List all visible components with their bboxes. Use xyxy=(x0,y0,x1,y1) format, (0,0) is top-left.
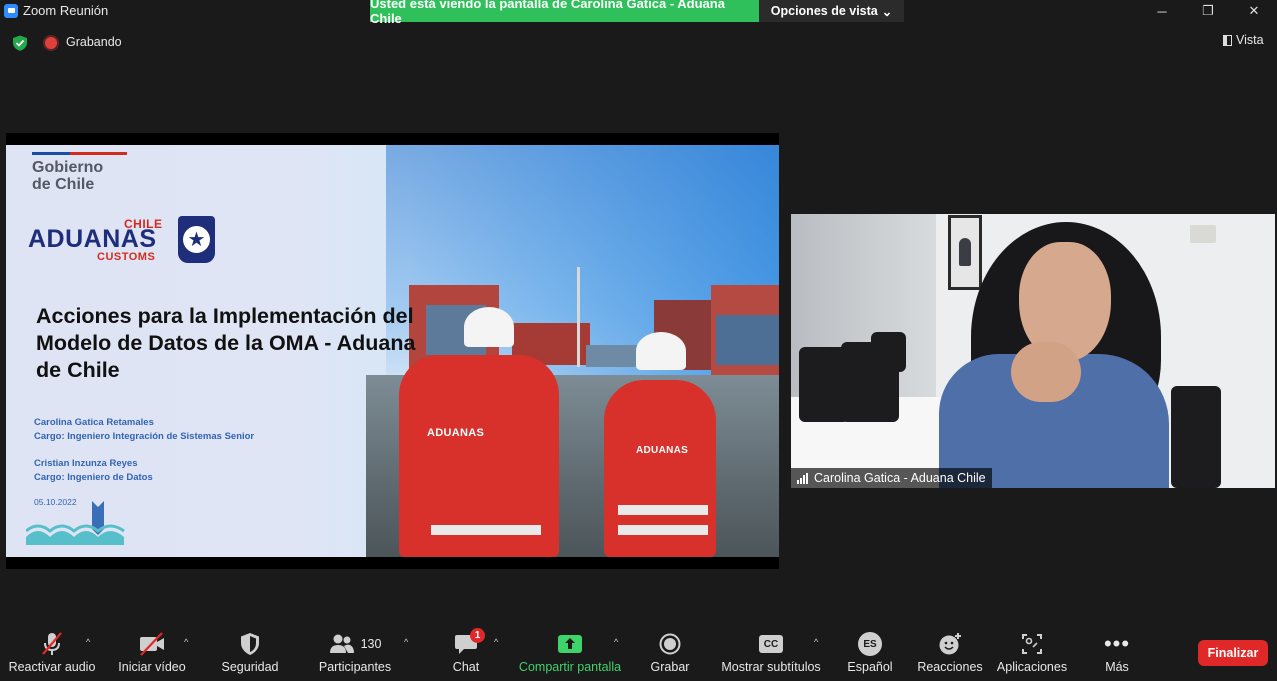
participants-icon xyxy=(329,634,354,653)
share-options-caret-icon[interactable]: ^ xyxy=(614,637,618,647)
shield-check-icon[interactable] xyxy=(12,35,28,51)
view-layout-icon xyxy=(1223,34,1232,46)
record-label: Grabar xyxy=(650,660,690,674)
record-button[interactable]: Grabar xyxy=(648,631,692,679)
helmet xyxy=(464,307,514,347)
show-captions-label: Mostrar subtítulos xyxy=(721,660,821,674)
slide-title: Acciones para la Implementación del Mode… xyxy=(36,304,416,382)
apps-button[interactable]: Aplicaciones xyxy=(994,631,1070,679)
shield-icon xyxy=(241,633,259,655)
wall-portrait xyxy=(948,215,982,290)
title-bar: Zoom Reunión Usted está viendo la pantal… xyxy=(0,0,1277,26)
chat-options-caret-icon[interactable]: ^ xyxy=(494,637,498,647)
participants-count: 130 xyxy=(360,637,382,651)
gobierno-line1: Gobierno xyxy=(32,159,104,176)
participants-button[interactable]: 130 Participantes xyxy=(315,631,395,679)
author-1-name: Carolina Gatica Retamales xyxy=(34,417,154,428)
brand-customs: CUSTOMS xyxy=(97,251,156,263)
jacket-text: ADUANAS xyxy=(636,445,689,456)
zoom-logo-icon xyxy=(4,3,18,18)
end-meeting-button[interactable]: Finalizar xyxy=(1198,640,1268,666)
signal-strength-icon xyxy=(797,472,808,484)
captions-options-caret-icon[interactable]: ^ xyxy=(814,637,818,647)
chat-button[interactable]: 1 Chat xyxy=(446,628,486,679)
apps-label: Aplicaciones xyxy=(996,660,1068,674)
window-title: Zoom Reunión xyxy=(23,3,109,18)
gobierno-line2: de Chile xyxy=(32,176,95,193)
more-button[interactable]: ••• Más xyxy=(1100,631,1134,679)
view-options-label: Opciones de vista xyxy=(770,4,878,18)
start-video-label: Iniciar vídeo xyxy=(118,660,186,674)
reflective-stripe xyxy=(431,525,541,535)
aduanas-wave-logo xyxy=(26,501,125,545)
jacket-text: ADUANAS xyxy=(427,427,485,439)
wall-thermostat xyxy=(1190,225,1216,243)
show-captions-button[interactable]: CC Mostrar subtítulos xyxy=(716,631,826,679)
view-options-button[interactable]: Opciones de vista ⌄ xyxy=(759,0,904,22)
chat-label: Chat xyxy=(452,660,480,674)
more-dots-icon: ••• xyxy=(1103,631,1131,656)
share-screen-button[interactable]: Compartir pantalla xyxy=(514,631,626,679)
close-button[interactable]: ✕ xyxy=(1231,0,1277,22)
gobierno-logo-text: Gobierno de Chile xyxy=(32,159,103,193)
view-button[interactable]: Vista xyxy=(1223,33,1264,47)
view-label: Vista xyxy=(1236,33,1264,47)
share-screen-label: Compartir pantalla xyxy=(518,660,622,674)
brand-aduanas: ADUANAS xyxy=(28,225,157,253)
helmet xyxy=(636,332,686,370)
reflective-stripe xyxy=(618,525,708,535)
author-2-role: Cargo: Ingeniero de Datos xyxy=(34,472,153,483)
language-icon: ES xyxy=(858,632,882,656)
record-icon xyxy=(659,633,681,655)
recording-label: Grabando xyxy=(66,35,122,49)
app-title: Zoom Reunión xyxy=(4,3,108,18)
lamp-post xyxy=(577,267,580,367)
participant-name-tag: Carolina Gatica - Aduana Chile xyxy=(791,468,992,488)
gobierno-flag-bar xyxy=(32,152,127,155)
language-label: Español xyxy=(847,660,893,674)
more-label: Más xyxy=(1105,660,1129,674)
participants-options-caret-icon[interactable]: ^ xyxy=(404,637,408,647)
microphone-muted-icon xyxy=(42,632,62,655)
participants-label: Participantes xyxy=(318,660,392,674)
closed-captions-icon: CC xyxy=(759,635,783,653)
office-chair xyxy=(1171,386,1221,488)
aduanas-badge-icon: ★ xyxy=(178,216,215,263)
chevron-down-icon: ⌄ xyxy=(881,4,893,19)
smiley-plus-icon xyxy=(939,633,961,655)
author-2-name: Cristian Inzunza Reyes xyxy=(34,458,138,469)
start-video-button[interactable]: Iniciar vídeo xyxy=(114,631,190,679)
unmute-audio-button[interactable]: Reactivar audio xyxy=(8,631,96,679)
security-label: Seguridad xyxy=(221,660,279,674)
reflective-stripe xyxy=(618,505,708,515)
share-screen-icon xyxy=(558,635,582,653)
shipping-container xyxy=(716,315,779,365)
camera-off-icon xyxy=(140,632,164,656)
participant-name: Carolina Gatica - Aduana Chile xyxy=(814,471,986,485)
unmute-audio-label: Reactivar audio xyxy=(8,660,96,674)
reactions-button[interactable]: Reacciones xyxy=(916,631,984,679)
share-banner: Usted está viendo la pantalla de Carolin… xyxy=(370,0,759,26)
participant-video[interactable] xyxy=(791,214,1275,488)
recording-icon xyxy=(45,37,57,49)
restore-button[interactable]: ❐ xyxy=(1185,0,1231,22)
minimize-button[interactable]: ─ xyxy=(1139,0,1185,22)
apps-icon xyxy=(1022,634,1042,654)
office-chair xyxy=(871,332,906,372)
language-button[interactable]: ES Español xyxy=(845,631,895,679)
author-1-role: Cargo: Ingeniero Integración de Sistemas… xyxy=(34,431,255,442)
video-options-caret-icon[interactable]: ^ xyxy=(184,637,188,647)
chat-unread-badge: 1 xyxy=(470,628,485,643)
security-button[interactable]: Seguridad xyxy=(218,631,282,679)
audio-options-caret-icon[interactable]: ^ xyxy=(86,637,90,647)
presentation-slide: ADUANAS ADUANAS Gobierno de Chile CHILE … xyxy=(6,145,779,557)
reactions-label: Reacciones xyxy=(917,660,983,674)
participant-hands xyxy=(1011,342,1081,402)
